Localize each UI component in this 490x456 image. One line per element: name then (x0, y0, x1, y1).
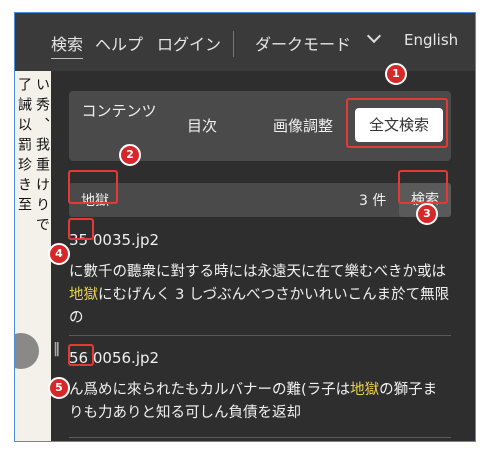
result-snippet: ん爲めに來られたもカルバナーの難(ラ子は地獄の獅子まりも力ありと知る可しん負債を… (69, 379, 451, 425)
tab-contents[interactable]: コンテンツ (79, 100, 159, 122)
top-navigation-bar: 検索 ヘルプ ログイン ダークモード English (15, 13, 475, 71)
page-nav-handle-icon[interactable] (15, 333, 39, 369)
search-row: 地獄 3 件 検索 (69, 183, 451, 217)
result-divider (69, 335, 451, 336)
snippet-highlight: 地獄 (69, 287, 98, 303)
annotation-badge: 5 (48, 377, 70, 399)
resize-handle-icon[interactable]: ‖ (53, 341, 60, 357)
scanned-page-image[interactable]: 了誡以罰珍き至 い秀、我重けりで (15, 71, 51, 441)
annotation-badge: 2 (119, 144, 141, 166)
annotation-box-page-35 (68, 218, 94, 240)
result-header: 56 0056.jp2 (69, 349, 451, 367)
result-snippet: に數千の聽衆に對する時には永遠天に在て樂むべきか或は地獄にむげんく 3 しづぶん… (69, 261, 451, 330)
search-link[interactable]: 検索 (51, 31, 84, 59)
annotation-badge: 3 (416, 203, 438, 225)
nav-divider (233, 31, 234, 57)
result-count: 3 件 (359, 193, 387, 209)
tab-image-adjust[interactable]: 画像調整 (273, 115, 333, 136)
annotation-box-search-button (398, 170, 448, 204)
result-file-name: 0056.jp2 (92, 349, 160, 367)
search-result[interactable]: 56 0056.jp2 ん爲めに來られたもカルバナーの難(ラ子は地獄の獅子まりも… (69, 349, 451, 425)
result-divider (69, 437, 451, 438)
result-header: 35 0035.jp2 (69, 231, 451, 249)
annotation-badge: 4 (48, 243, 70, 265)
dark-mode-toggle[interactable]: ダークモード (255, 31, 351, 55)
login-link[interactable]: ログイン (157, 31, 221, 55)
language-switch[interactable]: English (404, 31, 458, 49)
chevron-down-icon[interactable] (366, 28, 382, 44)
scan-text-column: い秀、我重けりで (34, 77, 50, 237)
snippet-text: にむげんく 3 しづぶんべつさかいれいこんま於て無限の (69, 287, 450, 326)
search-result[interactable]: 35 0035.jp2 に數千の聽衆に對する時には永遠天に在て樂むべきか或は地獄… (69, 231, 451, 330)
snippet-highlight: 地獄 (350, 382, 380, 398)
snippet-text: ん爲めに來られたもカルバナーの難(ラ子は (69, 382, 351, 398)
tab-toc[interactable]: 目次 (187, 115, 217, 136)
annotation-box-search-term (68, 170, 118, 204)
annotation-box-page-56 (68, 344, 94, 366)
result-file-name: 0035.jp2 (92, 231, 160, 249)
help-link[interactable]: ヘルプ (95, 31, 143, 55)
scan-text-column: 了誡以罰珍き至 (16, 77, 32, 217)
annotation-box-fulltext-tab (346, 98, 448, 148)
snippet-text: に數千の聽衆に對する時には永遠天に在て樂むべきか或は (69, 264, 446, 280)
annotation-badge: 1 (385, 63, 407, 85)
